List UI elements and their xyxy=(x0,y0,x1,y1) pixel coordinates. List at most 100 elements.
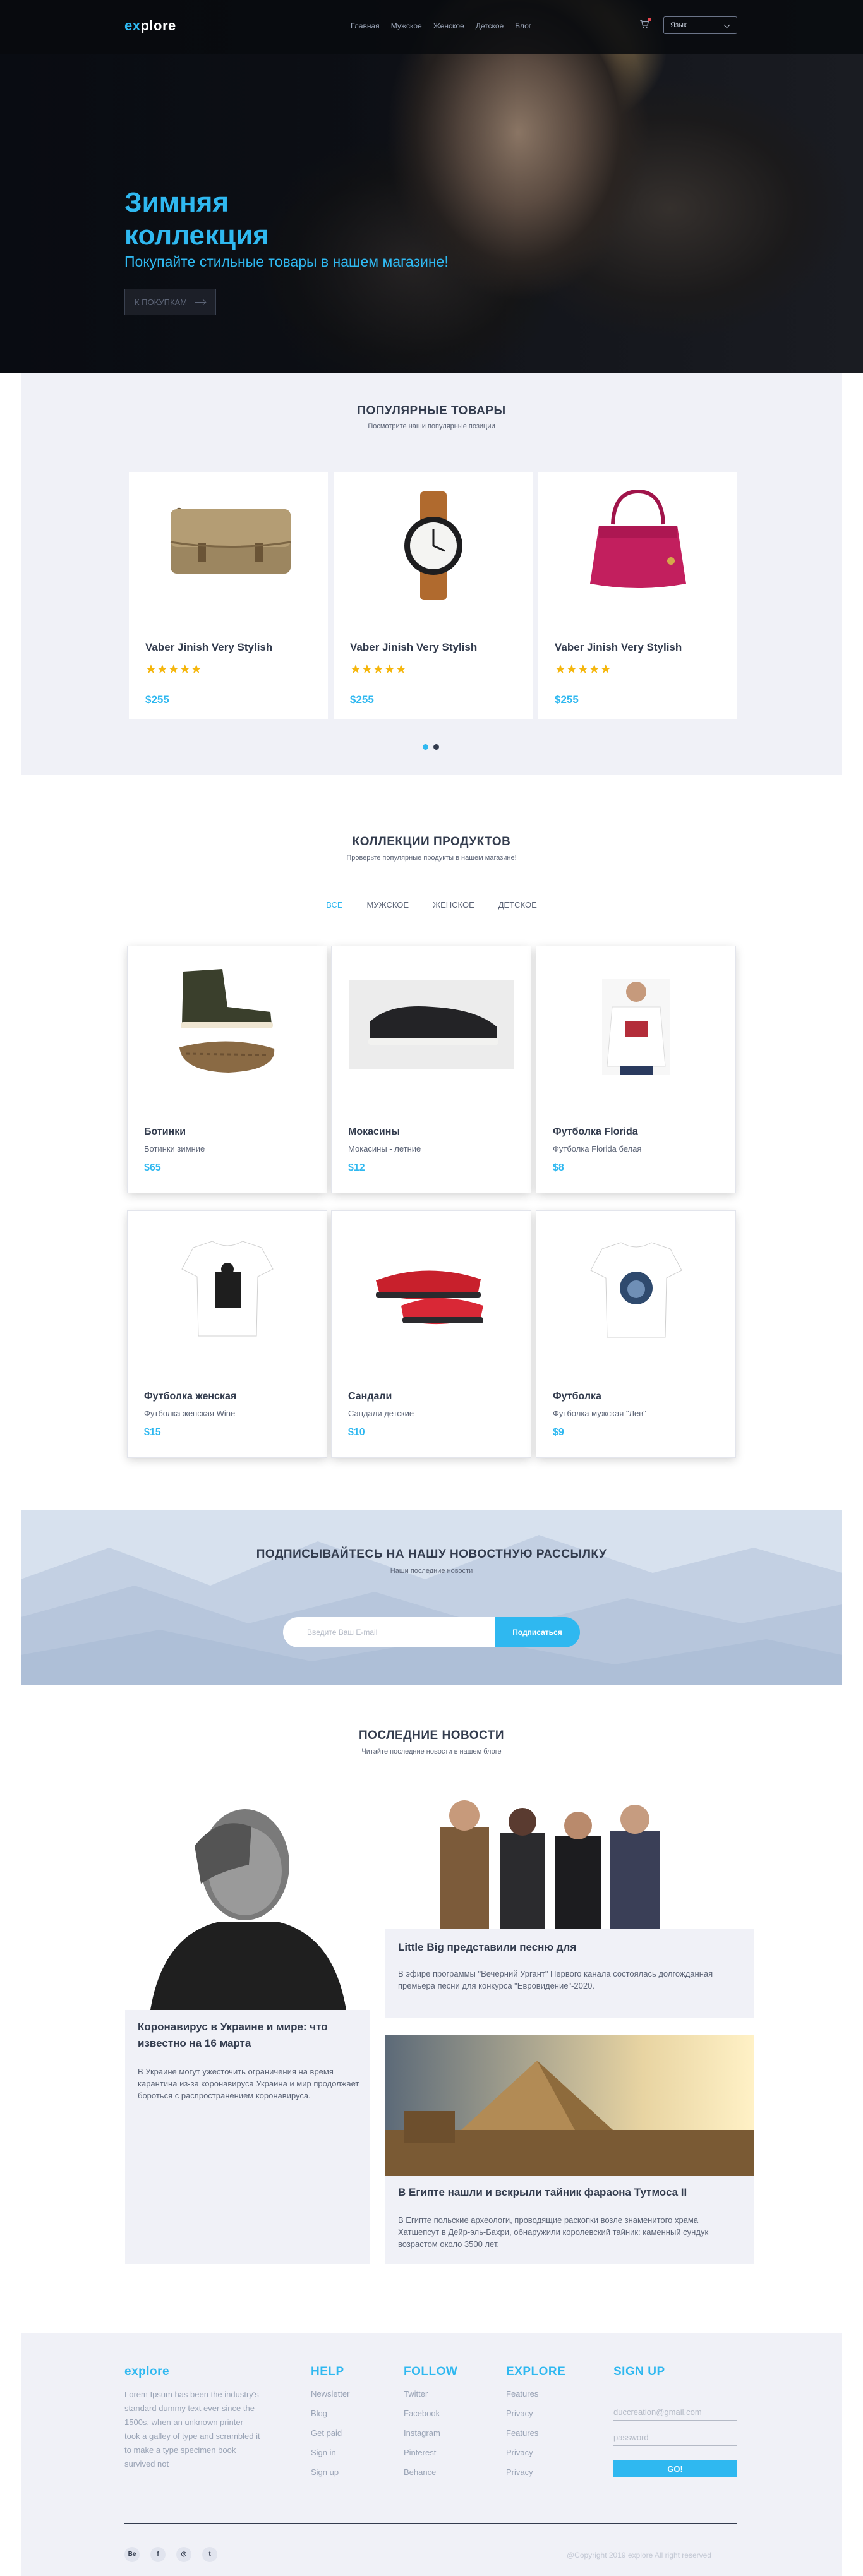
footer-go-button[interactable]: GO! xyxy=(613,2460,737,2477)
tshirt-florida-image xyxy=(602,979,670,1075)
tab-women[interactable]: ЖЕНСКОЕ xyxy=(433,900,474,910)
news-article-title[interactable]: Little Big представили песню для xyxy=(398,1939,739,1956)
footer-link[interactable]: Privacy xyxy=(506,2448,538,2457)
nav-item-women[interactable]: Женское xyxy=(433,21,464,30)
language-select[interactable]: Язык xyxy=(663,16,737,34)
footer-signup-title: SIGN UP xyxy=(613,2365,665,2378)
collection-card[interactable]: Сандали Сандали детские $10 xyxy=(332,1211,531,1457)
main-nav: Главная Мужское Женское Детское Блог xyxy=(351,21,531,30)
nav-item-blog[interactable]: Блог xyxy=(515,21,531,30)
collection-card[interactable]: Футболка Футболка мужская "Лев" $9 xyxy=(536,1211,735,1457)
rating-stars: ★★★★★ xyxy=(555,663,612,677)
product-desc: Сандали детские xyxy=(348,1409,414,1418)
footer-about-text: Lorem Ipsum has been the industry's stan… xyxy=(124,2390,260,2469)
section-title: ПОПУЛЯРНЫЕ ТОВАРЫ xyxy=(357,404,506,418)
tshirt-lion-image xyxy=(590,1242,682,1338)
newsletter-section: ПОДПИСЫВАЙТЕСЬ НА НАШУ НОВОСТНУЮ РАССЫЛК… xyxy=(21,1510,842,1685)
footer-link[interactable]: Facebook xyxy=(404,2409,440,2418)
twitter-icon[interactable]: t xyxy=(202,2547,217,2562)
footer-email-input[interactable]: duccreation@gmail.com xyxy=(613,2405,737,2421)
footer-link[interactable]: Pinterest xyxy=(404,2448,440,2457)
nav-item-men[interactable]: Мужское xyxy=(391,21,422,30)
footer-divider xyxy=(124,2523,737,2524)
footer-link[interactable]: Newsletter xyxy=(311,2389,349,2398)
news-photo-band[interactable] xyxy=(385,1789,754,1929)
news-article-title[interactable]: В Египте нашли и вскрыли тайник фараона … xyxy=(398,2184,739,2201)
product-name: Ботинки xyxy=(144,1126,186,1137)
product-price: $15 xyxy=(144,1427,161,1438)
product-card[interactable]: Vaber Jinish Very Stylish ★★★★★ $255 xyxy=(538,472,737,719)
product-price: $10 xyxy=(348,1427,365,1438)
collection-card[interactable]: Футболка женская Футболка женская Wine $… xyxy=(128,1211,327,1457)
footer-link[interactable]: Get paid xyxy=(311,2428,349,2438)
footer-link[interactable]: Blog xyxy=(311,2409,349,2418)
arrow-right-icon xyxy=(195,302,205,303)
footer-help-links: Newsletter Blog Get paid Sign in Sign up xyxy=(311,2389,349,2477)
product-card[interactable]: Vaber Jinish Very Stylish ★★★★★ $255 xyxy=(334,472,533,719)
collections-title: КОЛЛЕКЦИИ ПРОДУКТОВ xyxy=(352,835,511,848)
footer-follow-title: FOLLOW xyxy=(404,2365,458,2378)
logo[interactable]: explore xyxy=(124,18,176,34)
footer-link[interactable]: Features xyxy=(506,2389,538,2398)
hero-section: explore Главная Мужское Женское Детское … xyxy=(0,0,863,373)
footer-follow-links: Twitter Facebook Instagram Pinterest Beh… xyxy=(404,2389,440,2477)
footer-link[interactable]: Features xyxy=(506,2428,538,2438)
footer-help-title: HELP xyxy=(311,2365,344,2378)
collections-subtitle: Проверьте популярные продукты в нашем ма… xyxy=(346,854,517,862)
rating-stars: ★★★★★ xyxy=(350,663,407,677)
product-price: $9 xyxy=(553,1427,564,1438)
footer-link[interactable]: Instagram xyxy=(404,2428,440,2438)
news-photo-man[interactable] xyxy=(125,1789,370,2010)
product-desc: Футболка мужская "Лев" xyxy=(553,1409,646,1418)
behance-icon[interactable]: Be xyxy=(124,2547,140,2562)
collection-card[interactable]: Мокасины Мокасины - летние $12 xyxy=(332,946,531,1193)
footer-password-input[interactable]: password xyxy=(613,2431,737,2446)
popular-products-section: ПОПУЛЯРНЫЕ ТОВАРЫ Посмотрите наши популя… xyxy=(21,373,842,775)
collection-card[interactable]: Ботинки Ботинки зимние $65 xyxy=(128,946,327,1193)
facebook-icon[interactable]: f xyxy=(150,2547,166,2562)
footer-link[interactable]: Behance xyxy=(404,2467,440,2477)
collection-card[interactable]: Футболка Florida Футболка Florida белая … xyxy=(536,946,735,1193)
product-name: Футболка xyxy=(553,1391,601,1402)
footer-explore-links: Features Privacy Features Privacy Privac… xyxy=(506,2389,538,2477)
footer-link[interactable]: Sign up xyxy=(311,2467,349,2477)
messenger-bag-image xyxy=(170,508,291,574)
nav-item-home[interactable]: Главная xyxy=(351,21,380,30)
carousel-dots xyxy=(423,744,439,750)
tshirt-women-image xyxy=(181,1241,274,1337)
top-navbar: explore Главная Мужское Женское Детское … xyxy=(0,0,863,54)
pinterest-icon[interactable]: ◎ xyxy=(176,2547,191,2562)
newsletter-title: ПОДПИСЫВАЙТЕСЬ НА НАШУ НОВОСТНУЮ РАССЫЛК… xyxy=(256,1548,607,1561)
product-price: $255 xyxy=(350,694,374,706)
carousel-dot[interactable] xyxy=(433,744,439,750)
news-photo-pyramids[interactable] xyxy=(385,2035,754,2176)
boots-image xyxy=(179,969,275,1073)
news-article-title[interactable]: Коронавирус в Украине и мире: что извест… xyxy=(138,2019,359,2052)
section-subtitle: Посмотрите наши популярные позиции xyxy=(368,423,495,430)
shop-now-button[interactable]: К ПОКУПКАМ xyxy=(124,289,216,315)
carousel-dot[interactable] xyxy=(423,744,428,750)
hero-subtitle: Покупайте стильные товары в нашем магази… xyxy=(124,253,449,270)
news-article-text: В эфире программы "Вечерний Ургант" Перв… xyxy=(398,1969,713,1990)
product-desc: Футболка женская Wine xyxy=(144,1409,236,1418)
wrist-watch-image xyxy=(404,491,462,600)
footer-link[interactable]: Privacy xyxy=(506,2467,538,2477)
footer-link[interactable]: Twitter xyxy=(404,2389,440,2398)
subscribe-button[interactable]: Подписаться xyxy=(495,1617,580,1647)
nav-item-kids[interactable]: Детское xyxy=(476,21,504,30)
footer-link[interactable]: Privacy xyxy=(506,2409,538,2418)
tab-all[interactable]: ВСЕ xyxy=(326,900,342,910)
product-name: Vaber Jinish Very Stylish xyxy=(555,641,682,653)
product-desc: Футболка Florida белая xyxy=(553,1144,642,1153)
product-name: Vaber Jinish Very Stylish xyxy=(350,641,478,653)
rating-stars: ★★★★★ xyxy=(145,663,202,677)
product-card[interactable]: Vaber Jinish Very Stylish ★★★★★ $255 xyxy=(129,472,328,719)
tab-kids[interactable]: ДЕТСКОЕ xyxy=(498,900,537,910)
copyright-text: @Copyright 2019 explore All right reserv… xyxy=(567,2551,711,2560)
tab-men[interactable]: МУЖСКОЕ xyxy=(367,900,409,910)
news-article-text: В Украине могут ужесточить ограничения н… xyxy=(138,2067,359,2100)
footer-brand[interactable]: explore xyxy=(124,2365,169,2379)
product-name: Мокасины xyxy=(348,1126,401,1137)
newsletter-email-input[interactable]: Введите Ваш E-mail xyxy=(283,1617,495,1647)
footer-link[interactable]: Sign in xyxy=(311,2448,349,2457)
